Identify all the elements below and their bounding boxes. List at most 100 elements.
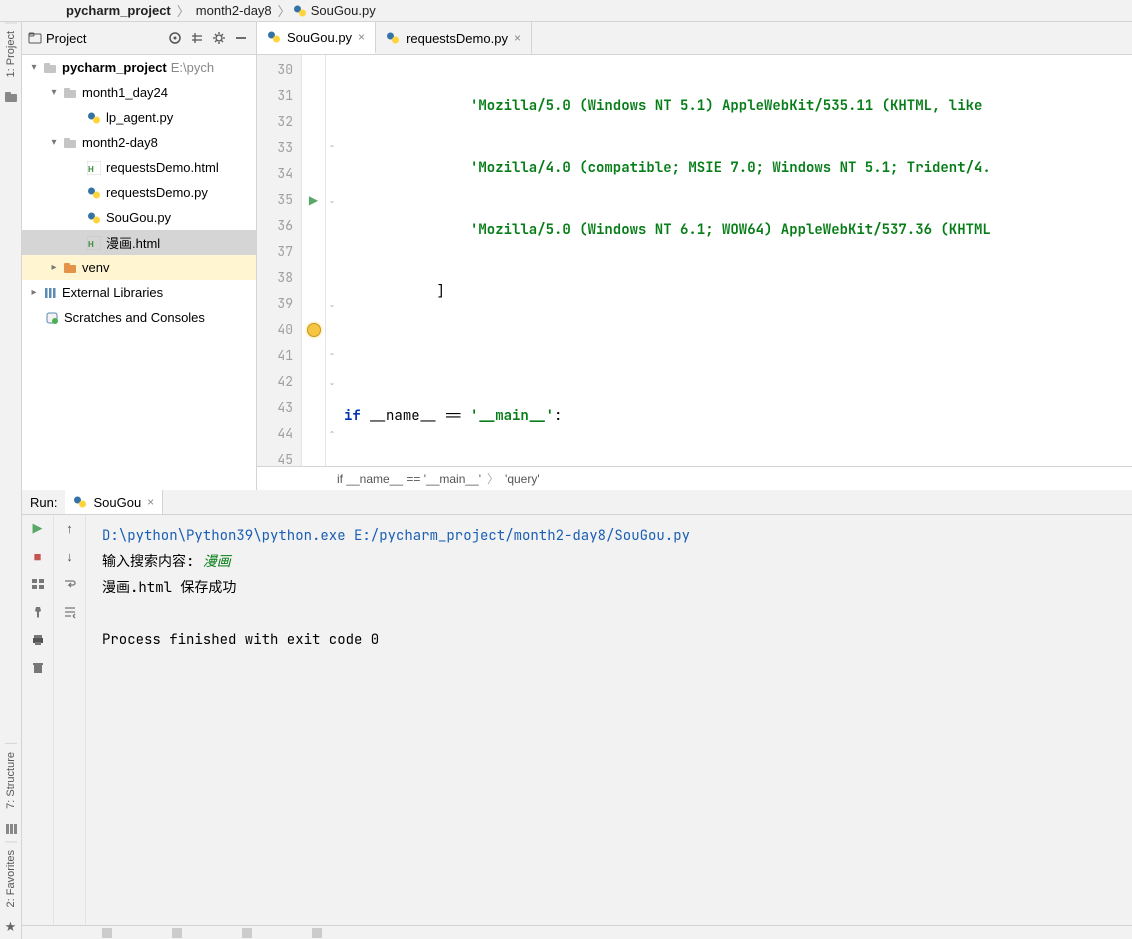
python-file-icon xyxy=(73,495,87,509)
tree-label: month1_day24 xyxy=(82,85,168,100)
html-file-icon: H xyxy=(86,235,102,251)
tree-row-file[interactable]: lp_agent.py xyxy=(22,105,256,130)
run-panel-label: Run: xyxy=(22,495,65,510)
tree-label: requestsDemo.html xyxy=(106,160,219,175)
run-tab-label: SouGou xyxy=(93,495,141,510)
tree-path: E:\pych xyxy=(171,60,214,75)
code-content[interactable]: 'Mozilla/5.0 (Windows NT 5.1) AppleWebKi… xyxy=(338,55,1132,466)
stop-icon[interactable]: ■ xyxy=(29,547,47,565)
status-bar xyxy=(22,925,1132,939)
run-tab[interactable]: SouGou × xyxy=(65,490,163,514)
sidebar-tab-structure[interactable]: 7: Structure xyxy=(5,743,17,817)
editor-tab-label: requestsDemo.py xyxy=(406,31,508,46)
project-icon xyxy=(28,31,42,45)
python-file-icon xyxy=(293,4,307,18)
left-tool-strip: 1: Project 7: Structure 2: Favorites ★ xyxy=(0,22,22,939)
print-icon[interactable] xyxy=(29,631,47,649)
fold-gutter: ⌃ ⌄ ⌄⌃ ⌄⌃ xyxy=(326,55,338,466)
close-icon[interactable]: × xyxy=(147,495,154,509)
tree-row-file[interactable]: H requestsDemo.html xyxy=(22,155,256,180)
editor-tab-sougou[interactable]: SouGou.py × xyxy=(257,22,376,54)
tree-row-folder[interactable]: ▾ month1_day24 xyxy=(22,80,256,105)
editor-tab-requestsdemo[interactable]: requestsDemo.py × xyxy=(376,22,532,54)
sidebar-tab-favorites[interactable]: 2: Favorites xyxy=(5,841,17,915)
svg-text:H: H xyxy=(88,165,94,174)
run-gutter-icon[interactable]: ▶ xyxy=(309,193,318,207)
breadcrumb: pycharm_project 〉 month2-day8 〉 SouGou.p… xyxy=(0,0,1132,22)
close-icon[interactable]: × xyxy=(514,31,521,45)
soft-wrap-icon[interactable] xyxy=(61,575,79,593)
breadcrumb-file[interactable]: SouGou.py xyxy=(307,3,380,18)
tree-label: SouGou.py xyxy=(106,210,171,225)
tree-row-file[interactable]: SouGou.py xyxy=(22,205,256,230)
tree-row-scratches[interactable]: Scratches and Consoles xyxy=(22,305,256,330)
editor-breadcrumb: if __name__ == '__main__' 〉 'query' xyxy=(257,466,1132,490)
status-icon[interactable] xyxy=(172,928,182,938)
gear-icon[interactable] xyxy=(210,29,228,47)
library-icon xyxy=(42,285,58,301)
tree-row-external-libs[interactable]: ▸ External Libraries xyxy=(22,280,256,305)
console-output[interactable]: D:\python\Python39\python.exe E:/pycharm… xyxy=(86,515,1132,925)
folder-icon xyxy=(62,85,78,101)
down-arrow-icon[interactable]: ↓ xyxy=(61,547,79,565)
chevron-right-icon[interactable]: ▸ xyxy=(26,287,42,298)
tree-label: pycharm_project xyxy=(62,60,167,75)
icon-gutter: ▶ xyxy=(302,55,326,466)
run-toolbar-left: ▶ ■ xyxy=(22,515,54,925)
intention-bulb-icon[interactable] xyxy=(307,323,321,337)
editor-crumb-scope[interactable]: if __name__ == '__main__' xyxy=(337,472,481,486)
project-panel-header: Project xyxy=(22,22,257,54)
expand-all-icon[interactable] xyxy=(188,29,206,47)
tree-row-file[interactable]: requestsDemo.py xyxy=(22,180,256,205)
editor-crumb-key[interactable]: 'query' xyxy=(505,472,540,486)
svg-text:H: H xyxy=(88,240,94,249)
rerun-icon[interactable]: ▶ xyxy=(29,519,47,537)
tree-row-folder[interactable]: ▾ month2-day8 xyxy=(22,130,256,155)
python-file-icon xyxy=(267,30,281,44)
chevron-down-icon[interactable]: ▾ xyxy=(46,87,62,98)
html-file-icon: H xyxy=(86,160,102,176)
tree-label: External Libraries xyxy=(62,285,163,300)
tree-row-folder[interactable]: ▸ venv xyxy=(22,255,256,280)
hide-panel-icon[interactable] xyxy=(232,29,250,47)
chevron-down-icon[interactable]: ▾ xyxy=(46,137,62,148)
breadcrumb-folder[interactable]: month2-day8 xyxy=(192,3,276,18)
sidebar-tab-project[interactable]: 1: Project xyxy=(5,22,17,85)
status-icon[interactable] xyxy=(102,928,112,938)
tree-label: Scratches and Consoles xyxy=(64,310,205,325)
tree-row-file-selected[interactable]: H 漫画.html xyxy=(22,230,256,255)
python-file-icon xyxy=(386,31,400,45)
chevron-right-icon[interactable]: ▸ xyxy=(46,262,62,273)
tree-label: venv xyxy=(82,260,109,275)
select-opened-icon[interactable] xyxy=(166,29,184,47)
venv-folder-icon xyxy=(62,260,78,276)
line-number-gutter: 30 31 32 33 34 35 36 37 38 39 40 41 xyxy=(257,55,302,466)
folder-icon xyxy=(42,60,58,76)
folder-icon xyxy=(62,135,78,151)
star-icon[interactable]: ★ xyxy=(3,919,19,935)
trash-icon[interactable] xyxy=(29,659,47,677)
folder-icon[interactable] xyxy=(3,89,19,105)
code-editor[interactable]: 30 31 32 33 34 35 36 37 38 39 40 41 xyxy=(257,55,1132,490)
editor-tab-label: SouGou.py xyxy=(287,30,352,45)
tree-label: requestsDemo.py xyxy=(106,185,208,200)
pin-icon[interactable] xyxy=(29,603,47,621)
chevron-right-icon: 〉 xyxy=(175,1,192,20)
status-icon[interactable] xyxy=(312,928,322,938)
chevron-down-icon[interactable]: ▾ xyxy=(26,62,42,73)
chevron-right-icon: 〉 xyxy=(276,1,293,20)
project-tree[interactable]: ▾ pycharm_project E:\pych ▾ month1_day24… xyxy=(22,55,257,490)
chevron-right-icon: 〉 xyxy=(481,470,505,487)
tree-label: month2-day8 xyxy=(82,135,158,150)
status-icon[interactable] xyxy=(242,928,252,938)
up-arrow-icon[interactable]: ↑ xyxy=(61,519,79,537)
python-file-icon xyxy=(86,110,102,126)
layout-icon[interactable] xyxy=(29,575,47,593)
close-icon[interactable]: × xyxy=(358,30,365,44)
scroll-to-end-icon[interactable] xyxy=(61,603,79,621)
tree-label: 漫画.html xyxy=(106,233,160,252)
structure-icon[interactable] xyxy=(3,821,19,837)
breadcrumb-project[interactable]: pycharm_project xyxy=(62,3,175,18)
run-toolbar-nav: ↑ ↓ xyxy=(54,515,86,925)
tree-row-root[interactable]: ▾ pycharm_project E:\pych xyxy=(22,55,256,80)
